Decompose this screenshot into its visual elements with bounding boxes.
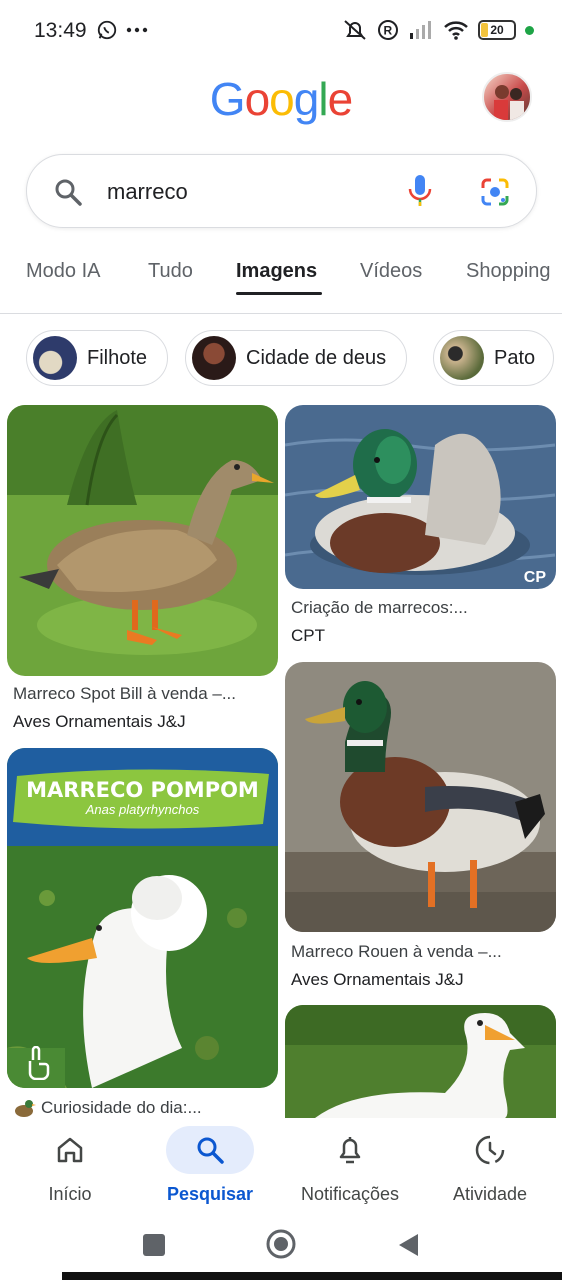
image-result-criacao[interactable]: CP bbox=[285, 405, 556, 589]
wifi-icon bbox=[444, 21, 468, 40]
chip-filhote[interactable]: Filhote bbox=[26, 330, 169, 386]
chip-label: Pato bbox=[494, 346, 536, 369]
result-source: Aves Ornamentais J&J bbox=[13, 712, 186, 731]
image-result-spot-bill[interactable] bbox=[7, 405, 278, 676]
image-result-white-duck[interactable] bbox=[285, 1005, 556, 1118]
chip-cidade-de-deus[interactable]: Cidade de deus bbox=[185, 330, 408, 386]
tab-tudo[interactable]: Tudo bbox=[148, 260, 193, 283]
logo-letter: g bbox=[293, 73, 320, 125]
result-title[interactable]: Curiosidade do dia:... bbox=[41, 1098, 276, 1118]
home-button[interactable] bbox=[265, 1228, 297, 1260]
image-result-rouen[interactable] bbox=[285, 662, 556, 932]
search-box[interactable]: marreco bbox=[26, 154, 537, 228]
search-icon bbox=[55, 179, 82, 206]
banner-title: MARRECO POMPOM bbox=[26, 778, 259, 802]
result-source: CPT bbox=[291, 626, 325, 645]
active-tab-indicator bbox=[236, 292, 322, 295]
chip-label: Cidade de deus bbox=[246, 346, 387, 369]
nav-atividade[interactable]: Atividade bbox=[420, 1126, 560, 1205]
nav-pesquisar[interactable]: Pesquisar bbox=[140, 1126, 280, 1205]
logo-letter: o bbox=[244, 73, 271, 125]
battery-indicator: 20 bbox=[478, 20, 516, 40]
search-input[interactable]: marreco bbox=[107, 179, 188, 205]
result-title[interactable]: Criação de marrecos:... bbox=[291, 598, 551, 618]
status-time: 13:49 bbox=[34, 19, 87, 42]
bottom-navigation: Início Pesquisar Notificações Atividade bbox=[0, 1118, 562, 1218]
result-title[interactable]: Marreco Spot Bill à venda –... bbox=[13, 684, 278, 704]
signal-icon bbox=[410, 21, 431, 39]
back-button[interactable] bbox=[396, 1232, 420, 1258]
banner-subtitle: Anas platyrhynchos bbox=[85, 802, 200, 817]
chip-thumbnail bbox=[192, 336, 236, 380]
image-result-pompom[interactable]: MARRECO POMPOM Anas platyrhynchos bbox=[7, 748, 278, 1088]
account-avatar[interactable] bbox=[482, 72, 532, 122]
mallard-hen-photo bbox=[7, 405, 278, 676]
more-notifications-icon bbox=[126, 27, 148, 33]
nav-label: Início bbox=[48, 1184, 92, 1204]
search-tabs: Modo IA Tudo Imagens Vídeos Shopping bbox=[0, 256, 562, 314]
registered-icon: R bbox=[378, 20, 398, 40]
nav-label: Notificações bbox=[300, 1184, 400, 1204]
chip-thumbnail bbox=[33, 336, 77, 380]
bell-icon bbox=[339, 1137, 361, 1164]
nav-notificacoes[interactable]: Notificações bbox=[280, 1126, 420, 1205]
result-source: Aves Ornamentais J&J bbox=[291, 970, 464, 989]
logo-letter: l bbox=[318, 73, 328, 125]
activity-icon bbox=[475, 1135, 505, 1165]
home-icon bbox=[57, 1137, 83, 1163]
result-title[interactable]: Marreco Rouen à venda –... bbox=[291, 942, 551, 962]
chip-thumbnail bbox=[440, 336, 484, 380]
tab-shopping[interactable]: Shopping bbox=[466, 260, 551, 283]
search-icon bbox=[197, 1137, 224, 1164]
mallard-drake-water-photo bbox=[285, 405, 556, 589]
nav-label: Atividade bbox=[452, 1184, 528, 1204]
google-logo[interactable]: Google bbox=[0, 72, 562, 126]
gesture-bar bbox=[62, 1272, 562, 1280]
logo-letter: e bbox=[327, 73, 354, 125]
recents-button[interactable] bbox=[143, 1234, 165, 1256]
svg-text:R: R bbox=[384, 24, 393, 38]
chip-label: Filhote bbox=[87, 346, 148, 369]
tap-hand-icon bbox=[28, 1046, 50, 1080]
privacy-dot-icon bbox=[525, 25, 534, 35]
whatsapp-icon bbox=[97, 20, 117, 40]
google-lens-icon[interactable] bbox=[479, 176, 511, 208]
chip-pato[interactable]: Pato bbox=[433, 330, 555, 386]
nav-inicio[interactable]: Início bbox=[0, 1126, 140, 1205]
tab-modo-ia[interactable]: Modo IA bbox=[26, 260, 100, 283]
system-navigation-bar bbox=[0, 1218, 562, 1280]
status-bar: 13:49 R 20 bbox=[0, 0, 562, 62]
logo-letter: G bbox=[209, 73, 246, 125]
nav-label: Pesquisar bbox=[166, 1184, 254, 1204]
tab-imagens[interactable]: Imagens bbox=[236, 260, 317, 283]
tab-videos[interactable]: Vídeos bbox=[360, 260, 422, 283]
white-duck-photo bbox=[285, 1005, 556, 1118]
mute-icon bbox=[344, 20, 366, 40]
rouen-drake-photo bbox=[285, 662, 556, 932]
logo-letter: o bbox=[269, 73, 295, 125]
watermark-text: CP bbox=[523, 569, 546, 586]
microphone-icon[interactable] bbox=[407, 173, 433, 209]
